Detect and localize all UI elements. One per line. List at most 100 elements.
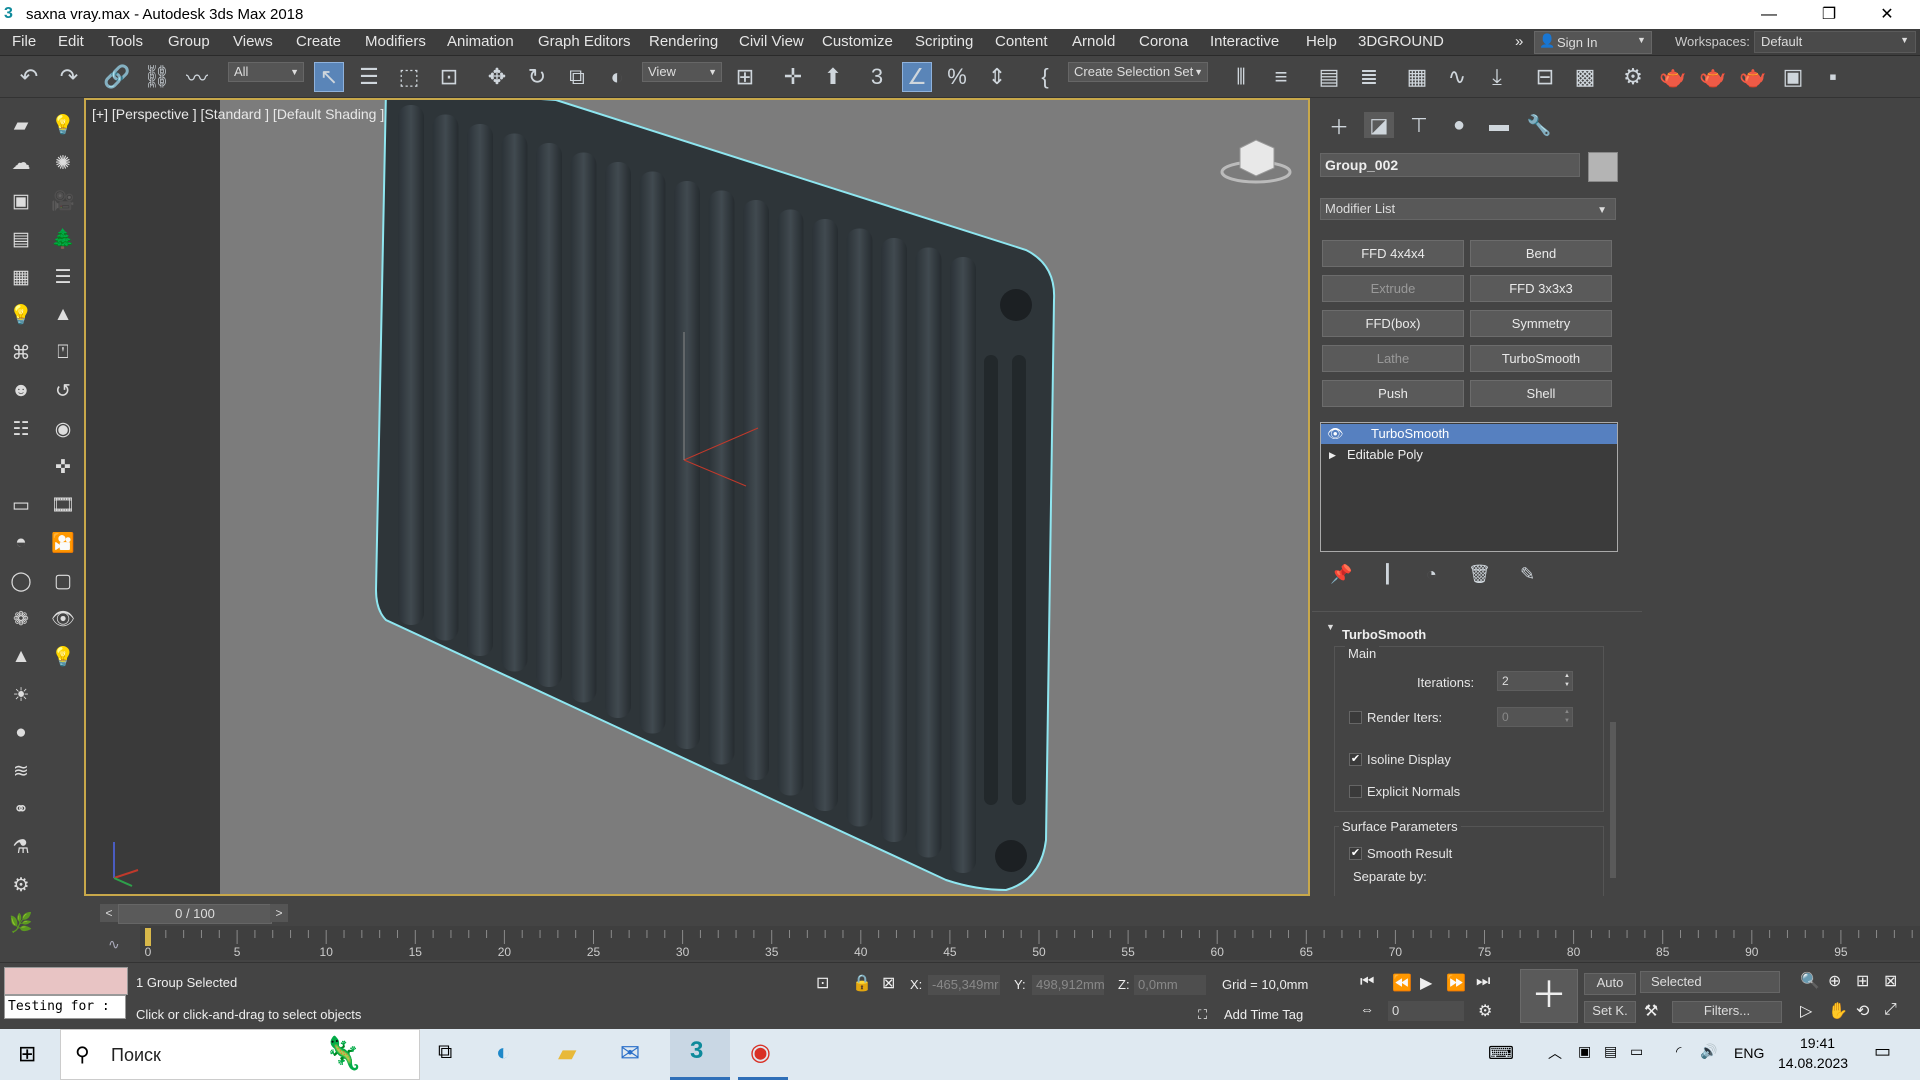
set-key-button[interactable]: Set K. <box>1584 1001 1636 1023</box>
eye-icon[interactable]: 👁 <box>50 606 76 632</box>
move-icon[interactable]: ✥ <box>482 62 512 92</box>
frame-buffer-icon[interactable]: ▣ <box>8 188 34 214</box>
menu-help[interactable]: Help <box>1306 33 1337 50</box>
key-filter-dropdown[interactable]: Selected <box>1640 971 1780 993</box>
utilities-tab-icon[interactable]: 🔧 <box>1524 112 1554 138</box>
menu-overflow[interactable]: » <box>1515 33 1523 50</box>
perspective-viewport[interactable]: [+] [Perspective ] [Standard ] [Default … <box>84 98 1310 896</box>
rect-light-icon[interactable]: ▭ <box>8 492 34 518</box>
menu-group[interactable]: Group <box>168 33 210 50</box>
workspace-dropdown[interactable]: Default ▼ <box>1754 31 1916 53</box>
bookmark-icon[interactable]: ▪ <box>1818 62 1848 92</box>
menu-customize[interactable]: Customize <box>822 33 893 50</box>
language-indicator[interactable]: ENG <box>1734 1045 1764 1061</box>
maximize-viewport-icon[interactable]: ⤢ <box>1884 1001 1897 1019</box>
cloud-icon[interactable]: ☁ <box>8 150 34 176</box>
redo-icon[interactable]: ↷ <box>54 62 84 92</box>
prev-frame-button[interactable]: < <box>100 904 118 922</box>
document-icon[interactable]: ▤ <box>8 226 34 252</box>
place-icon[interactable]: ◐ <box>602 62 632 92</box>
render-iters-spinner[interactable]: 0 <box>1497 707 1573 727</box>
object-name-field[interactable]: Group_002 <box>1320 153 1580 177</box>
modifier-button-lathe[interactable]: Lathe <box>1322 345 1464 372</box>
close-button[interactable]: ✕ <box>1864 0 1910 29</box>
volume-icon[interactable]: 🔊 <box>1700 1043 1717 1060</box>
rollout-title[interactable]: TurboSmooth <box>1342 627 1426 642</box>
selection-filter-dropdown[interactable]: All <box>228 62 304 82</box>
next-frame-button[interactable]: > <box>270 904 288 922</box>
next-frame-icon[interactable]: ⏩ <box>1446 973 1466 993</box>
render-in-cloud-icon[interactable]: ▣ <box>1778 62 1808 92</box>
sun-target-icon[interactable]: ✺ <box>50 150 76 176</box>
link-icon[interactable]: 🔗 <box>102 62 132 92</box>
play-icon[interactable]: ▶ <box>1420 973 1432 993</box>
motion-tab-icon[interactable]: ● <box>1444 112 1474 138</box>
radiator-model[interactable] <box>86 100 1308 894</box>
tray-chevron-icon[interactable]: ︿ <box>1548 1043 1562 1063</box>
menu-interactive[interactable]: Interactive <box>1210 33 1279 50</box>
tray-app-icon[interactable]: ▣ <box>1578 1043 1591 1060</box>
pan-icon[interactable]: ✋ <box>1828 1001 1848 1021</box>
cone-icon[interactable]: ▲ <box>50 302 76 328</box>
absolute-mode-icon[interactable]: ⊠ <box>882 973 895 993</box>
schematic-view-icon[interactable]: ⊟ <box>1530 62 1560 92</box>
sign-in-dropdown[interactable]: 👤 Sign In ▼ <box>1534 31 1652 54</box>
layer-explorer-icon[interactable]: ≣ <box>1354 62 1384 92</box>
object-color-swatch[interactable] <box>1588 152 1618 182</box>
time-tag-icon[interactable]: ⛶ <box>1198 1007 1207 1023</box>
spot-light-icon[interactable]: ▲ <box>8 644 34 670</box>
bulb-icon[interactable]: 💡 <box>8 302 34 328</box>
smooth-result-checkbox[interactable]: ✔ <box>1349 847 1362 860</box>
align-icon[interactable]: ≡ <box>1266 62 1296 92</box>
render-setup-icon[interactable]: ⚙ <box>1618 62 1648 92</box>
list-icon[interactable]: ☰ <box>50 264 76 290</box>
modifier-button-shell[interactable]: Shell <box>1470 380 1612 407</box>
y-coordinate-field[interactable]: 498,912mm <box>1032 975 1105 995</box>
percent-snap-icon[interactable]: % <box>942 62 972 92</box>
clock-time[interactable]: 19:41 <box>1800 1035 1835 1051</box>
orbit-icon[interactable]: ⟲ <box>1856 1001 1869 1021</box>
task-view-icon[interactable]: ⧉ <box>438 1041 452 1064</box>
film-icon[interactable]: 🎞 <box>50 492 76 518</box>
angle-snap-icon[interactable]: ∠ <box>902 62 932 92</box>
stack-item-editable-poly[interactable]: ▶ Editable Poly <box>1321 445 1617 465</box>
select-by-name-icon[interactable]: ☰ <box>354 62 384 92</box>
modifier-button-bend[interactable]: Bend <box>1470 240 1612 267</box>
isolate-icon[interactable]: ⊡ <box>816 973 829 993</box>
material-editor-icon[interactable]: ▩ <box>1570 62 1600 92</box>
configure-modifier-sets-icon[interactable]: ✎ <box>1520 564 1535 585</box>
window-icon[interactable]: ▢ <box>50 568 76 594</box>
render-activeshade-icon[interactable]: 🫖 <box>1738 62 1768 92</box>
stack-item-turbosmooth[interactable]: 👁 TurboSmooth <box>1321 424 1617 444</box>
menu-3dground[interactable]: 3DGROUND <box>1358 33 1444 50</box>
filters-button[interactable]: Filters... <box>1672 1001 1782 1023</box>
file-explorer-icon[interactable]: ▰ <box>558 1039 576 1068</box>
menu-tools[interactable]: Tools <box>108 33 143 50</box>
menu-edit[interactable]: Edit <box>58 33 84 50</box>
menu-corona[interactable]: Corona <box>1139 33 1188 50</box>
plane-icon[interactable]: ▰ <box>8 112 34 138</box>
restore-button[interactable]: ❐ <box>1806 0 1852 29</box>
modifier-button-ffd333[interactable]: FFD 3x3x3 <box>1470 275 1612 302</box>
menu-modifiers[interactable]: Modifiers <box>365 33 426 50</box>
iterations-spinner[interactable]: 2 <box>1497 671 1573 691</box>
undo-icon[interactable]: ↶ <box>14 62 44 92</box>
expand-arrow-icon[interactable]: ▶ <box>1329 445 1336 465</box>
menu-scripting[interactable]: Scripting <box>915 33 973 50</box>
mail-icon[interactable]: ✉ <box>620 1039 640 1068</box>
window-crossing-icon[interactable]: ⊡ <box>434 62 464 92</box>
set-key-big-button[interactable]: ＋ <box>1520 969 1578 1023</box>
lock-icon[interactable]: 🔒 <box>852 973 872 993</box>
viewcube-icon[interactable] <box>1216 130 1296 190</box>
sphere-light-icon[interactable]: ◯ <box>8 568 34 594</box>
create-tab-icon[interactable]: ＋ <box>1324 112 1354 139</box>
collapse-arrow-icon[interactable]: ▼ <box>1326 622 1335 632</box>
menu-graph-editors[interactable]: Graph Editors <box>538 33 631 50</box>
scale-icon[interactable]: ⧉ <box>562 62 592 92</box>
camera-rig-icon[interactable]: 🎦 <box>50 530 76 556</box>
modifier-button-turbosmooth[interactable]: TurboSmooth <box>1470 345 1612 372</box>
current-frame-marker[interactable] <box>145 928 151 946</box>
windows-start-icon[interactable]: ⊞ <box>18 1041 36 1067</box>
timeline-track[interactable]: 0510152025303540455055606570758085909510… <box>140 926 1920 960</box>
go-to-start-icon[interactable]: ⏮ <box>1360 973 1374 991</box>
